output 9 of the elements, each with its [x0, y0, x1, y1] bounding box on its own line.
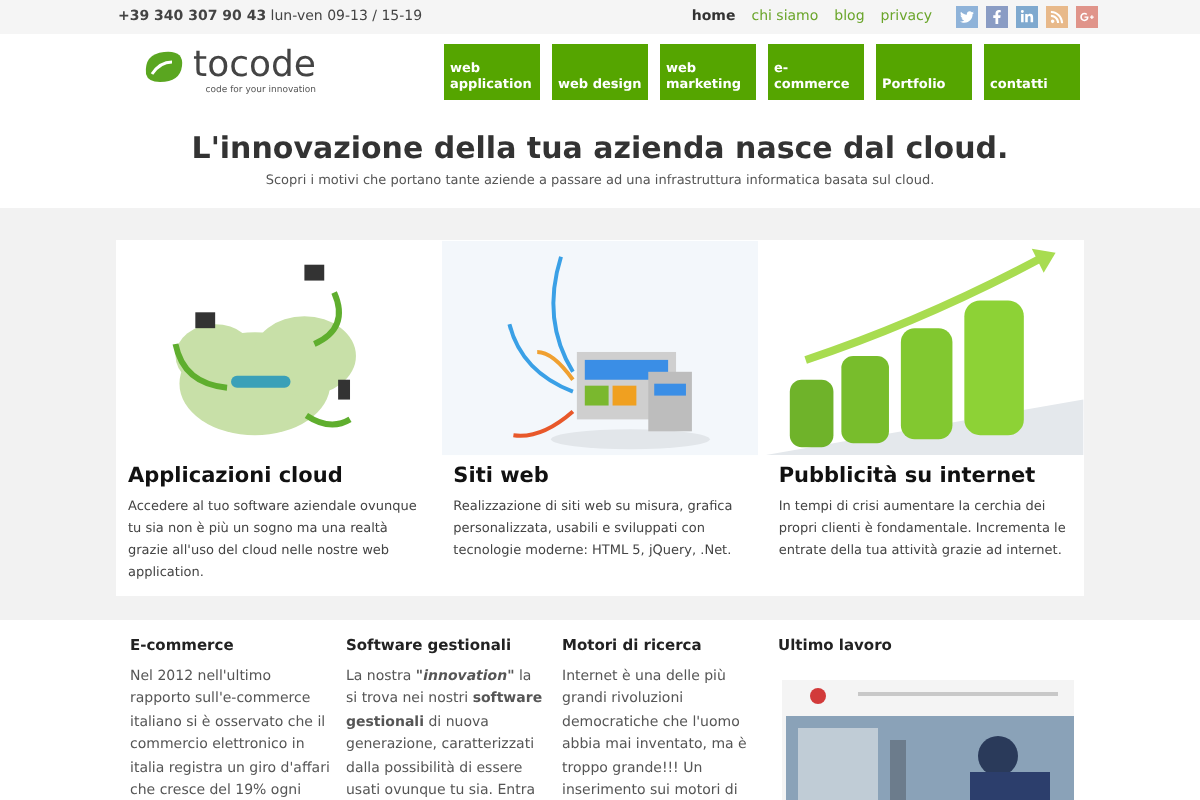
rss-icon[interactable] [1046, 6, 1068, 28]
twitter-icon[interactable] [956, 6, 978, 28]
linkedin-icon[interactable] [1016, 6, 1038, 28]
hero-title: L'innovazione della tua azienda nasce dal cloud. [189, 128, 1011, 168]
facebook-icon[interactable] [986, 6, 1008, 28]
card-title: Siti web [451, 461, 551, 492]
card-title: Applicazioni cloud [126, 461, 345, 492]
google-plus-icon[interactable] [1076, 6, 1098, 28]
card-title: Pubblicità su internet [776, 461, 1038, 492]
